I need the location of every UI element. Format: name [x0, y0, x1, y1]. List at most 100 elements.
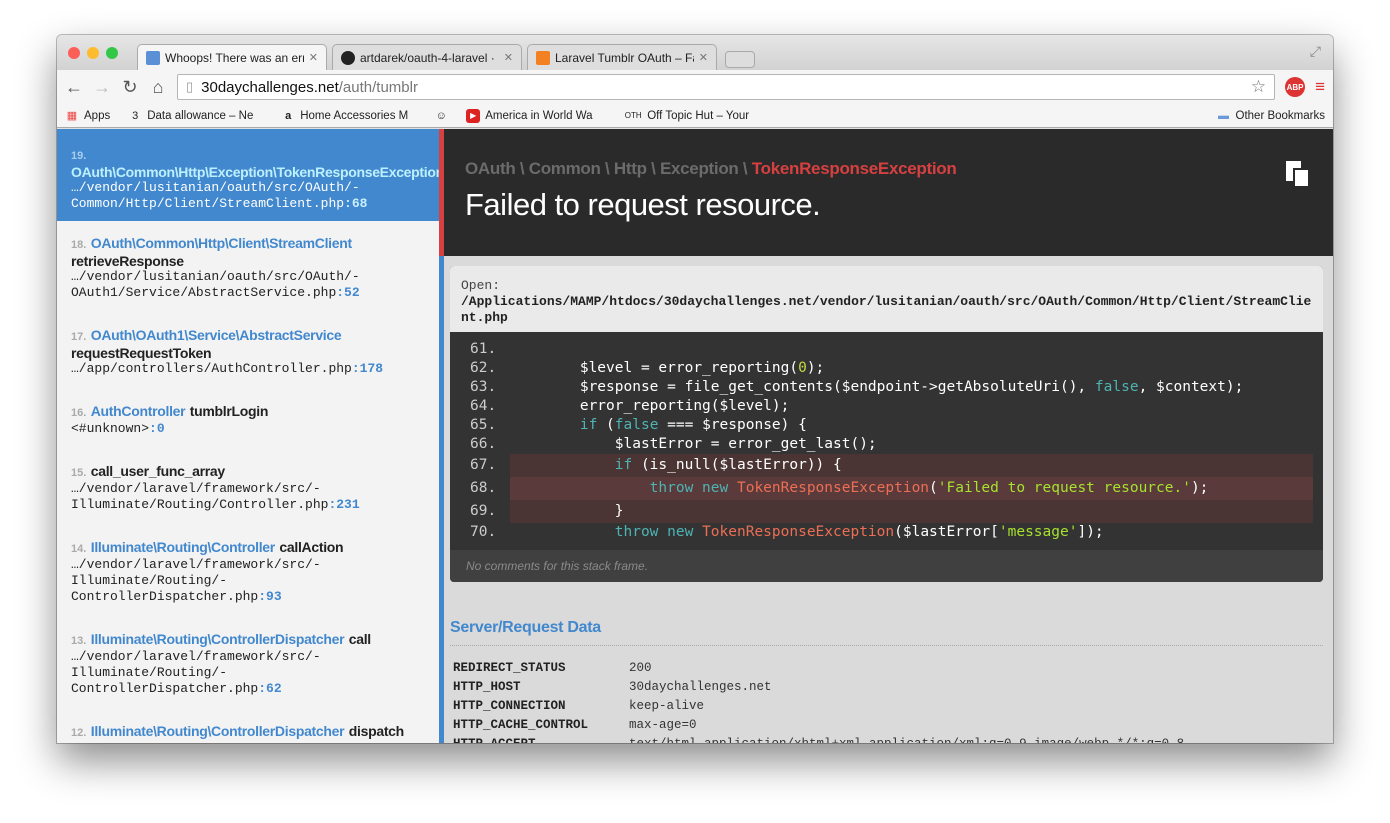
frame-line-number: :93 [258, 589, 282, 604]
namespace-part: Http [613, 159, 647, 178]
code-token: if [510, 457, 633, 473]
frame-file-path: …/vendor/laravel/framework/src/- Illumin… [71, 557, 321, 604]
stack-frame[interactable]: 18. OAuth\Common\Http\Client\StreamClien… [57, 221, 439, 313]
frame-file: …/vendor/laravel/framework/src/- Illumin… [71, 649, 425, 697]
code-token: ($lastError[ [894, 524, 999, 540]
tab-stackoverflow[interactable]: Laravel Tumblr OAuth – Fa ✕ [527, 44, 717, 70]
frame-method: call [348, 631, 371, 647]
stack-frame[interactable]: 15. call_user_func_array …/vendor/laravel… [57, 449, 439, 525]
fullscreen-icon[interactable]: ⤢ [1310, 43, 1321, 60]
line-number: 69. [470, 503, 497, 519]
code-line: 63. $response = file_get_contents($endpo… [450, 378, 1323, 397]
bookmark-home-accessories[interactable]: a Home Accessories M [281, 109, 416, 123]
code-text: if (is_null($lastError)) { [510, 454, 1313, 477]
tab-whoops[interactable]: Whoops! There was an erro ✕ [137, 44, 327, 70]
frame-method: dispatch [348, 723, 404, 739]
code-token: false [1094, 379, 1139, 395]
stack-frame[interactable]: 13. Illuminate\Routing\ControllerDispatc… [57, 617, 439, 709]
code-text: $level = error_reporting(0); [510, 359, 1313, 378]
frame-method: retrieveResponse [71, 253, 184, 269]
code-line: 64. error_reporting($level); [450, 397, 1323, 416]
bookmark-data-allowance[interactable]: 3 Data allowance – Ne [128, 109, 263, 123]
code-token: throw new [510, 524, 703, 540]
back-button[interactable]: ← [65, 77, 83, 98]
frame-file-path: …/vendor/laravel/framework/src/- Illumin… [71, 481, 329, 512]
frame-file: …/vendor/lusitanian/oauth/src/OAuth/- OA… [71, 269, 425, 301]
frame-file-path: …/vendor/lusitanian/oauth/src/OAuth/- OA… [71, 269, 360, 300]
menu-icon[interactable]: ≡ [1315, 77, 1325, 97]
youtube-icon: ▶ [466, 108, 481, 123]
line-number: 62. [470, 360, 497, 376]
adblock-plus-button[interactable]: ABP [1285, 77, 1306, 97]
new-tab-button[interactable] [725, 51, 755, 68]
stack-frame[interactable]: 17. OAuth\OAuth1\Service\AbstractService… [57, 313, 439, 389]
frame-class: Illuminate\Routing\Controller [90, 539, 275, 555]
reload-button[interactable]: ↻ [121, 77, 139, 98]
code-token: $level = error_reporting( [510, 360, 799, 376]
toolbar: ← → ↻ ⌂ ▯ 30daychallenges.net/auth/tumbl… [57, 70, 1333, 104]
stack-frame[interactable]: 16. AuthController tumblrLogin <#unknown>… [57, 389, 439, 449]
stackoverflow-icon [536, 50, 550, 65]
code-token: } [510, 503, 624, 519]
zoom-window-button[interactable] [106, 47, 118, 59]
code-frame: Open:/Applications/MAMP/htdocs/30daychal… [450, 266, 1323, 582]
forward-button[interactable]: → [93, 77, 111, 98]
frame-line-number: :178 [351, 361, 384, 376]
address-bar[interactable]: ▯ 30daychallenges.net/auth/tumblr ☆ [177, 74, 1276, 100]
bookmark-apps[interactable]: ▦ Apps [65, 109, 110, 123]
data-value: text/html,application/xhtml+xml,applicat… [629, 735, 1184, 743]
close-tab-icon[interactable]: ✕ [504, 51, 513, 64]
browser-window: Whoops! There was an erro ✕ artdarek/oaut… [57, 35, 1333, 743]
server-request-data: Server/Request Data REDIRECT_STATUS 200 HT… [450, 619, 1323, 743]
code-text: throw new TokenResponseException('Failed… [510, 477, 1313, 500]
code-token: === $response) { [658, 417, 807, 433]
close-window-button[interactable] [68, 47, 80, 59]
frame-class: AuthController [90, 403, 186, 419]
frame-comments: No comments for this stack frame. [450, 550, 1323, 582]
code-line: 68. throw new TokenResponseException('Fa… [450, 477, 1323, 500]
window-controls [68, 47, 118, 59]
open-file-link[interactable]: Open:/Applications/MAMP/htdocs/30daychal… [450, 266, 1323, 332]
github-icon [341, 50, 355, 65]
frame-number: 18. [71, 239, 87, 251]
exception-class: OAuth \ Common \ Http \ Exception \ Toke… [465, 159, 957, 178]
minimize-window-button[interactable] [87, 47, 99, 59]
bookmarks-bar: ▦ Apps 3 Data allowance – Ne a Home Accesso… [57, 104, 1333, 128]
frame-file: …/vendor/lusitanian/oauth/src/OAuth/- Co… [71, 180, 425, 212]
line-number: 65. [470, 417, 497, 433]
frame-file-path: <#unknown> [71, 421, 150, 436]
page-icon [146, 50, 160, 65]
frame-method: requestRequestToken [71, 345, 212, 361]
close-tab-icon[interactable]: ✕ [309, 51, 318, 64]
frame-class: OAuth\Common\Http\Client\StreamClient [90, 235, 352, 251]
data-key: HTTP_CACHE_CONTROL [453, 718, 589, 732]
data-row: HTTP_ACCEPTtext/html,application/xhtml+x… [450, 735, 1323, 743]
data-value: 200 [629, 661, 652, 675]
tab-github[interactable]: artdarek/oauth-4-laravel · ✕ [332, 44, 522, 70]
stack-frame[interactable]: 12. Illuminate\Routing\ControllerDispatc… [57, 709, 439, 743]
stack-frames-list: 19. OAuth\Common\Http\Exception\TokenResp… [57, 129, 439, 743]
code-text: throw new TokenResponseException($lastEr… [510, 523, 1313, 542]
data-row: HTTP_HOST 30daychallenges.net [450, 678, 1323, 697]
bookmark-off-topic-hut[interactable]: OTH Off Topic Hut – Your [624, 109, 759, 123]
frame-method: tumblrLogin [189, 403, 269, 419]
frame-class: OAuth\OAuth1\Service\AbstractService [90, 327, 342, 343]
frame-number: 17. [71, 331, 87, 343]
other-bookmarks[interactable]: ▬ Other Bookmarks [1217, 109, 1325, 123]
details-panel: OAuth \ Common \ Http \ Exception \ Toke… [444, 129, 1333, 743]
copy-clipboard-icon[interactable] [1283, 159, 1313, 189]
stack-frame[interactable]: 14. Illuminate\Routing\Controller callAc… [57, 525, 439, 617]
data-key: HTTP_CONNECTION [453, 699, 566, 713]
code-token: $response = file_get_contents($endpoint-… [510, 379, 1095, 395]
bookmark-star-icon[interactable]: ☆ [1251, 77, 1266, 97]
stack-frame[interactable]: 19. OAuth\Common\Http\Exception\TokenResp… [57, 129, 439, 221]
code-token: throw new [510, 480, 737, 496]
bookmark-america-ww[interactable]: ▶ America in World Wa [466, 108, 606, 123]
line-number: 66. [470, 436, 497, 452]
code-token: if [510, 417, 598, 433]
data-key: HTTP_HOST [453, 680, 521, 694]
frame-file-path: …/app/controllers/AuthController.php [71, 361, 352, 376]
home-button[interactable]: ⌂ [149, 77, 167, 98]
bookmark-person[interactable]: ☺ [434, 109, 448, 123]
close-tab-icon[interactable]: ✕ [699, 51, 708, 64]
